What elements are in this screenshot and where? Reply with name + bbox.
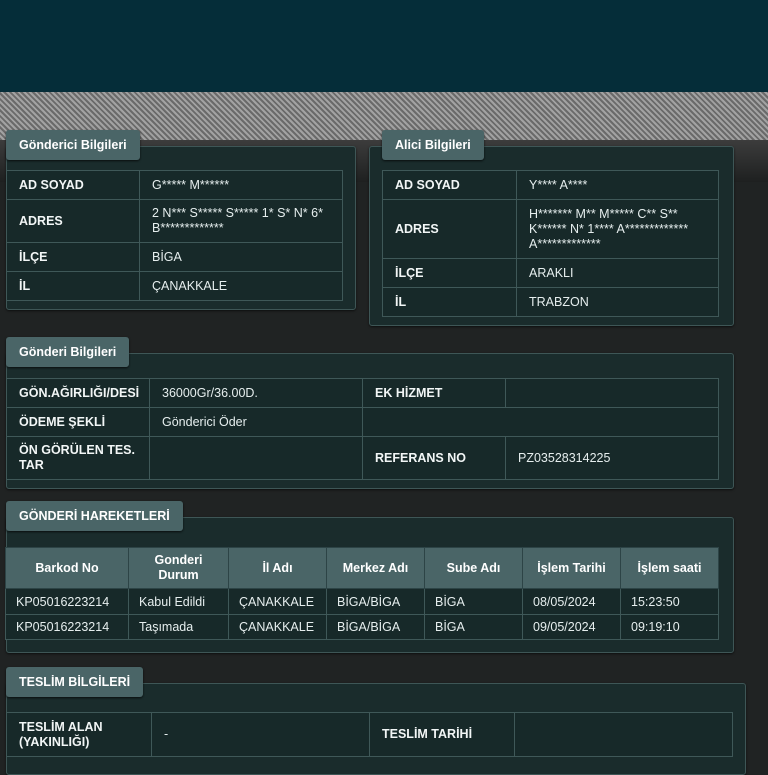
delivery-table: TESLİM ALAN (YAKINLIĞI) - TESLİM TARİHİ — [6, 712, 733, 757]
sender-city-value: ÇANAKKALE — [139, 271, 343, 301]
weight-label: GÖN.AĞIRLIĞI/DESİ — [6, 378, 150, 408]
eta-value — [149, 436, 363, 480]
shipment-table: GÖN.AĞIRLIĞI/DESİ 36000Gr/36.00D. EK HİZ… — [6, 378, 719, 480]
row1-branch: BİGA — [424, 588, 523, 615]
eta-label: ÖN GÖRÜLEN TES. TAR — [6, 436, 150, 480]
movements-section-title: GÖNDERİ HAREKETLERİ — [6, 501, 183, 531]
row2-status: Taşımada — [128, 614, 229, 640]
receiver-city-value: TRABZON — [516, 287, 719, 317]
row2-branch: BİGA — [424, 614, 523, 640]
table-row: KP05016223214 Taşımada ÇANAKKALE BİGA/Bİ… — [5, 614, 719, 640]
row1-time: 15:23:50 — [620, 588, 719, 615]
receiver-row-address: ADRES H******* M** M***** C** S** K*****… — [382, 199, 719, 259]
payment-spacer — [362, 407, 719, 437]
sender-city-label: İL — [6, 271, 140, 301]
row1-city: ÇANAKKALE — [228, 588, 327, 615]
shipment-row-weight: GÖN.AĞIRLIĞI/DESİ 36000Gr/36.00D. EK HİZ… — [6, 378, 719, 408]
sender-name-label: AD SOYAD — [6, 170, 140, 200]
row2-time: 09:19:10 — [620, 614, 719, 640]
sender-table: AD SOYAD G***** M****** ADRES 2 N*** S**… — [6, 170, 343, 301]
shipment-row-eta: ÖN GÖRÜLEN TES. TAR REFERANS NO PZ035283… — [6, 436, 719, 480]
sender-section-title: Gönderici Bilgileri — [6, 130, 140, 160]
receiver-row-name: AD SOYAD Y**** A**** — [382, 170, 719, 200]
delivery-receiver-label: TESLİM ALAN (YAKINLIĞI) — [6, 712, 152, 757]
movements-table: Barkod No Gonderi Durum İl Adı Merkez Ad… — [5, 547, 719, 640]
receiver-name-value: Y**** A**** — [516, 170, 719, 200]
delivery-date-value — [514, 712, 733, 757]
extra-service-label: EK HİZMET — [362, 378, 506, 408]
sender-row-address: ADRES 2 N*** S***** S***** 1* S* N* 6* B… — [6, 199, 343, 243]
delivery-date-label: TESLİM TARİHİ — [369, 712, 515, 757]
row1-center: BİGA/BİGA — [326, 588, 425, 615]
shipment-row-payment: ÖDEME ŞEKLİ Gönderici Öder — [6, 407, 719, 437]
extra-service-value — [505, 378, 719, 408]
table-row: KP05016223214 Kabul Edildi ÇANAKKALE BİG… — [5, 588, 719, 615]
sender-row-name: AD SOYAD G***** M****** — [6, 170, 343, 200]
col-date: İşlem Tarihi — [522, 547, 621, 589]
reference-label: REFERANS NO — [362, 436, 506, 480]
receiver-row-district: İLÇE ARAKLI — [382, 258, 719, 288]
payment-label: ÖDEME ŞEKLİ — [6, 407, 150, 437]
payment-value: Gönderici Öder — [149, 407, 363, 437]
col-barcode: Barkod No — [5, 547, 129, 589]
receiver-section-title: Alici Bilgileri — [382, 130, 484, 160]
col-status: Gonderi Durum — [128, 547, 229, 589]
sender-row-city: İL ÇANAKKALE — [6, 271, 343, 301]
col-city: İl Adı — [228, 547, 327, 589]
shipment-section-title: Gönderi Bilgileri — [6, 337, 130, 367]
delivery-receiver-value: - — [151, 712, 370, 757]
col-time: İşlem saati — [620, 547, 719, 589]
row2-date: 09/05/2024 — [522, 614, 621, 640]
receiver-row-city: İL TRABZON — [382, 287, 719, 317]
receiver-district-value: ARAKLI — [516, 258, 719, 288]
movements-header-row: Barkod No Gonderi Durum İl Adı Merkez Ad… — [5, 547, 719, 589]
row1-barcode: KP05016223214 — [5, 588, 129, 615]
col-center: Merkez Adı — [326, 547, 425, 589]
row1-status: Kabul Edildi — [128, 588, 229, 615]
row2-barcode: KP05016223214 — [5, 614, 129, 640]
sender-address-label: ADRES — [6, 199, 140, 243]
receiver-city-label: İL — [382, 287, 517, 317]
receiver-address-label: ADRES — [382, 199, 517, 259]
row2-center: BİGA/BİGA — [326, 614, 425, 640]
sender-district-label: İLÇE — [6, 242, 140, 272]
delivery-row: TESLİM ALAN (YAKINLIĞI) - TESLİM TARİHİ — [6, 712, 733, 757]
receiver-district-label: İLÇE — [382, 258, 517, 288]
sender-district-value: BİGA — [139, 242, 343, 272]
col-branch: Sube Adı — [424, 547, 523, 589]
sender-address-value: 2 N*** S***** S***** 1* S* N* 6* B******… — [139, 199, 343, 243]
reference-value: PZ03528314225 — [505, 436, 719, 480]
receiver-name-label: AD SOYAD — [382, 170, 517, 200]
delivery-section-title: TESLİM BİLGİLERİ — [6, 667, 144, 697]
sender-name-value: G***** M****** — [139, 170, 343, 200]
row1-date: 08/05/2024 — [522, 588, 621, 615]
top-header-bar — [0, 0, 768, 92]
sender-row-district: İLÇE BİGA — [6, 242, 343, 272]
receiver-address-value: H******* M** M***** C** S** K****** N* 1… — [516, 199, 719, 259]
receiver-table: AD SOYAD Y**** A**** ADRES H******* M** … — [382, 170, 719, 317]
row2-city: ÇANAKKALE — [228, 614, 327, 640]
weight-value: 36000Gr/36.00D. — [149, 378, 363, 408]
